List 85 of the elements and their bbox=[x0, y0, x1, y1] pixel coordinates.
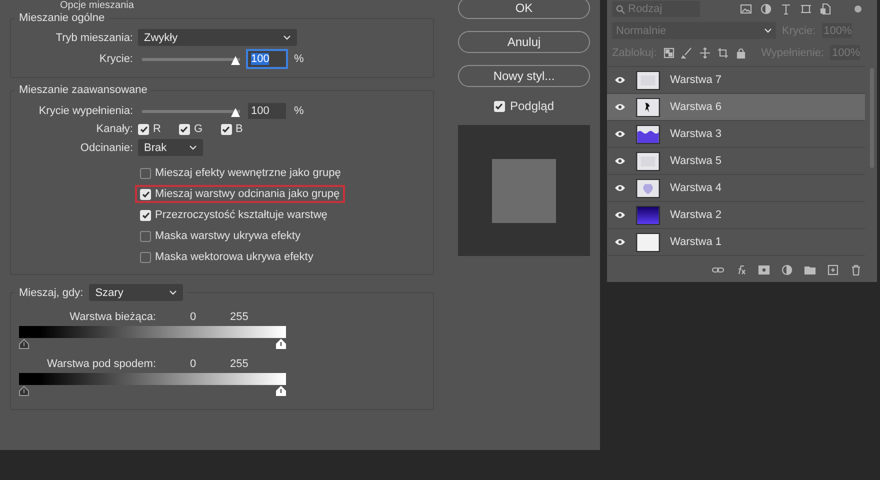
brush-icon[interactable] bbox=[680, 46, 693, 58]
blend-mode-dropdown[interactable]: Zwykły bbox=[138, 29, 297, 46]
field-label: Warstwa pod spodem: bbox=[46, 358, 156, 370]
field-label: Odcinanie: bbox=[79, 142, 133, 154]
field-label: Mieszaj, gdy: bbox=[19, 286, 84, 298]
slider-thumb[interactable] bbox=[230, 54, 240, 66]
range-slider[interactable] bbox=[19, 326, 286, 350]
checkbox-label: Mieszaj warstwy odcinania jako grupę bbox=[155, 188, 340, 200]
range-slider[interactable] bbox=[19, 373, 286, 397]
percent-sign: % bbox=[294, 105, 304, 117]
range-value: 0 bbox=[188, 358, 198, 370]
text-icon[interactable] bbox=[780, 2, 792, 14]
lock-icon[interactable] bbox=[734, 46, 747, 58]
checkbox-label: B bbox=[236, 123, 243, 135]
field-label: Kanały: bbox=[95, 123, 133, 135]
chevron-icon bbox=[283, 35, 291, 40]
circle-half-icon[interactable] bbox=[760, 2, 772, 14]
layer-thumbnail bbox=[636, 98, 660, 116]
checkbox[interactable] bbox=[140, 252, 151, 262]
number-field[interactable]: 100 bbox=[248, 51, 286, 67]
checkbox-label: Przezroczystość kształtuje warstwę bbox=[155, 209, 328, 221]
field-label: Krycie: bbox=[98, 53, 133, 65]
layer-name: Warstwa 4 bbox=[670, 182, 722, 194]
move-icon[interactable] bbox=[698, 46, 711, 58]
checkbox[interactable] bbox=[138, 124, 149, 134]
slider-thumb[interactable] bbox=[230, 106, 240, 118]
layer-name: Warstwa 7 bbox=[670, 74, 722, 86]
layer-thumbnail bbox=[636, 152, 660, 170]
checkbox[interactable] bbox=[140, 168, 151, 178]
crop-icon[interactable] bbox=[716, 46, 729, 58]
layer-thumbnail bbox=[636, 178, 660, 198]
checkbox[interactable] bbox=[178, 124, 190, 134]
checkbox-label: Maska wektorowa ukrywa efekty bbox=[155, 251, 314, 263]
layer-thumbnail bbox=[636, 70, 660, 90]
range-thumb[interactable] bbox=[19, 386, 29, 396]
dialog-title: Opcje mieszania bbox=[60, 0, 134, 11]
chevron-icon bbox=[764, 28, 772, 33]
layer-name: Warstwa 5 bbox=[670, 155, 722, 167]
checkbox-label: Mieszaj efekty wewnętrzne jako grupę bbox=[155, 167, 341, 179]
dialog-button[interactable]: OK bbox=[458, 0, 590, 19]
dialog-button[interactable]: Anuluj bbox=[458, 31, 590, 53]
checkbox[interactable] bbox=[140, 230, 151, 242]
knockout-dropdown[interactable]: Brak bbox=[138, 139, 203, 156]
checkbox-label: Podgląd bbox=[510, 99, 554, 113]
range-thumb[interactable] bbox=[19, 339, 29, 349]
group-label: Mieszanie ogólne bbox=[18, 12, 106, 24]
layer-name: Warstwa 2 bbox=[670, 209, 722, 221]
group-label: Mieszanie zaawansowane bbox=[18, 84, 148, 96]
toggle-dot-icon[interactable] bbox=[854, 4, 862, 12]
preview-swatch bbox=[492, 158, 556, 222]
layer-thumbnail bbox=[636, 232, 660, 252]
field-label: Tryb mieszania: bbox=[54, 32, 133, 44]
checkbox[interactable] bbox=[140, 188, 151, 200]
channel-dropdown[interactable]: Szary bbox=[89, 284, 184, 301]
document-icon[interactable] bbox=[820, 2, 832, 14]
chevron-icon bbox=[169, 290, 178, 295]
percent-sign: % bbox=[294, 53, 304, 65]
image-icon[interactable] bbox=[740, 2, 752, 14]
layer-thumbnail bbox=[636, 206, 660, 224]
checkbox-label: Maska warstwy ukrywa efekty bbox=[155, 230, 300, 242]
layer-name: Warstwa 3 bbox=[670, 128, 722, 140]
search-icon bbox=[616, 4, 625, 14]
checker-icon[interactable] bbox=[662, 46, 675, 58]
trash-icon[interactable] bbox=[850, 264, 862, 276]
checkbox[interactable] bbox=[494, 100, 505, 112]
range-value: 0 bbox=[188, 311, 198, 323]
field-label: Warstwa bieżąca: bbox=[68, 311, 156, 323]
chevron-icon bbox=[189, 145, 197, 150]
layer-name: Warstwa 1 bbox=[670, 236, 722, 248]
transform-icon[interactable] bbox=[800, 2, 812, 14]
new-layer-icon[interactable] bbox=[827, 264, 839, 276]
dialog-button[interactable]: Nowy styl... bbox=[458, 65, 590, 87]
number-field[interactable]: 100 bbox=[248, 103, 286, 119]
range-value: 255 bbox=[230, 311, 248, 323]
checkbox[interactable] bbox=[140, 210, 151, 220]
field-label: Krycie wypełnienia: bbox=[38, 105, 133, 117]
folder-icon[interactable] bbox=[804, 264, 816, 276]
mask-icon[interactable] bbox=[758, 264, 770, 276]
checkbox-label: G bbox=[194, 123, 203, 135]
layer-thumbnail bbox=[636, 124, 660, 144]
checkbox-label: R bbox=[153, 123, 161, 135]
adjustment-icon[interactable] bbox=[781, 264, 793, 276]
layer-name: Warstwa 6 bbox=[670, 101, 722, 113]
range-value: 255 bbox=[230, 358, 248, 370]
checkbox[interactable] bbox=[220, 124, 232, 134]
